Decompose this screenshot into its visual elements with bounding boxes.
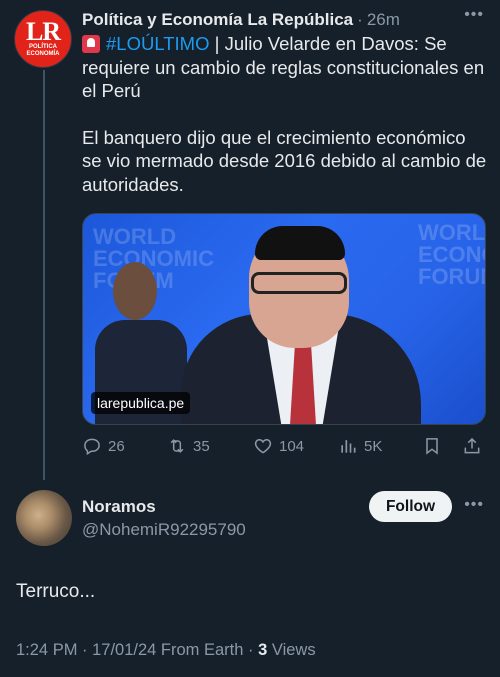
tweet-paragraph-1: #LOÚLTIMO | Julio Velarde en Davos: Se r… [82, 32, 487, 103]
more-icon[interactable]: ••• [464, 496, 484, 514]
reply-author-handle[interactable]: @NohemiR92295790 [82, 520, 246, 540]
bookmark-button[interactable] [422, 436, 442, 456]
reply-timestamp[interactable]: 1:24 PM · 17/01/24 From Earth · [16, 641, 258, 659]
follow-button[interactable]: Follow [369, 491, 452, 522]
reply-count: 26 [108, 437, 125, 455]
media-domain-badge: larepublica.pe [91, 392, 191, 414]
views-icon [341, 440, 356, 453]
more-icon[interactable]: ••• [464, 6, 484, 24]
media-card[interactable]: WORLDECONOMICFORUM WORLDECONOMICFORUM la… [82, 213, 486, 425]
thread-line [43, 70, 45, 480]
tweet-text: #LOÚLTIMO | Julio Velarde en Davos: Se r… [82, 32, 487, 196]
reply-author-name[interactable]: Noramos [82, 497, 156, 517]
avatar-logo-text: LR [25, 17, 61, 46]
reply-meta: 1:24 PM · 17/01/24 From Earth · 3 Views [16, 641, 316, 660]
like-count: 104 [279, 437, 305, 455]
bookmark-icon [426, 438, 438, 455]
views-count: 5K [364, 437, 383, 455]
reply-button[interactable]: 26 [82, 436, 125, 456]
retweet-icon [170, 439, 184, 453]
action-bar: 26 35 104 5K [82, 434, 486, 458]
tweet-header: Política y Economía La República · 26m [82, 8, 484, 32]
siren-icon [82, 35, 100, 53]
tweet-paragraph-2: El banquero dijo que el crecimiento econ… [82, 126, 487, 195]
author-name[interactable]: Política y Economía La República [82, 10, 353, 30]
reply-icon [84, 438, 100, 456]
reply-views-label: Views [267, 641, 316, 659]
reply-views-count: 3 [258, 641, 268, 659]
retweet-count: 35 [193, 437, 210, 455]
separator-dot: · [357, 10, 363, 29]
avatar-logo-line1: POLÍTICA [29, 44, 57, 50]
views-button[interactable]: 5K [338, 436, 382, 456]
retweet-button[interactable]: 35 [167, 436, 210, 456]
share-icon [464, 437, 480, 454]
reply-text: Terruco... [16, 581, 96, 602]
heart-icon [254, 438, 272, 454]
reply-avatar[interactable] [16, 490, 72, 546]
tweet-time[interactable]: 26m [367, 10, 400, 30]
author-avatar[interactable]: LR POLÍTICA ECONOMÍA [14, 10, 72, 68]
share-button[interactable] [462, 436, 482, 456]
hashtag-link[interactable]: #LOÚLTIMO [106, 33, 209, 54]
speaker-image [169, 222, 469, 424]
like-button[interactable]: 104 [253, 436, 304, 456]
avatar-logo-line2: ECONOMÍA [26, 51, 60, 57]
